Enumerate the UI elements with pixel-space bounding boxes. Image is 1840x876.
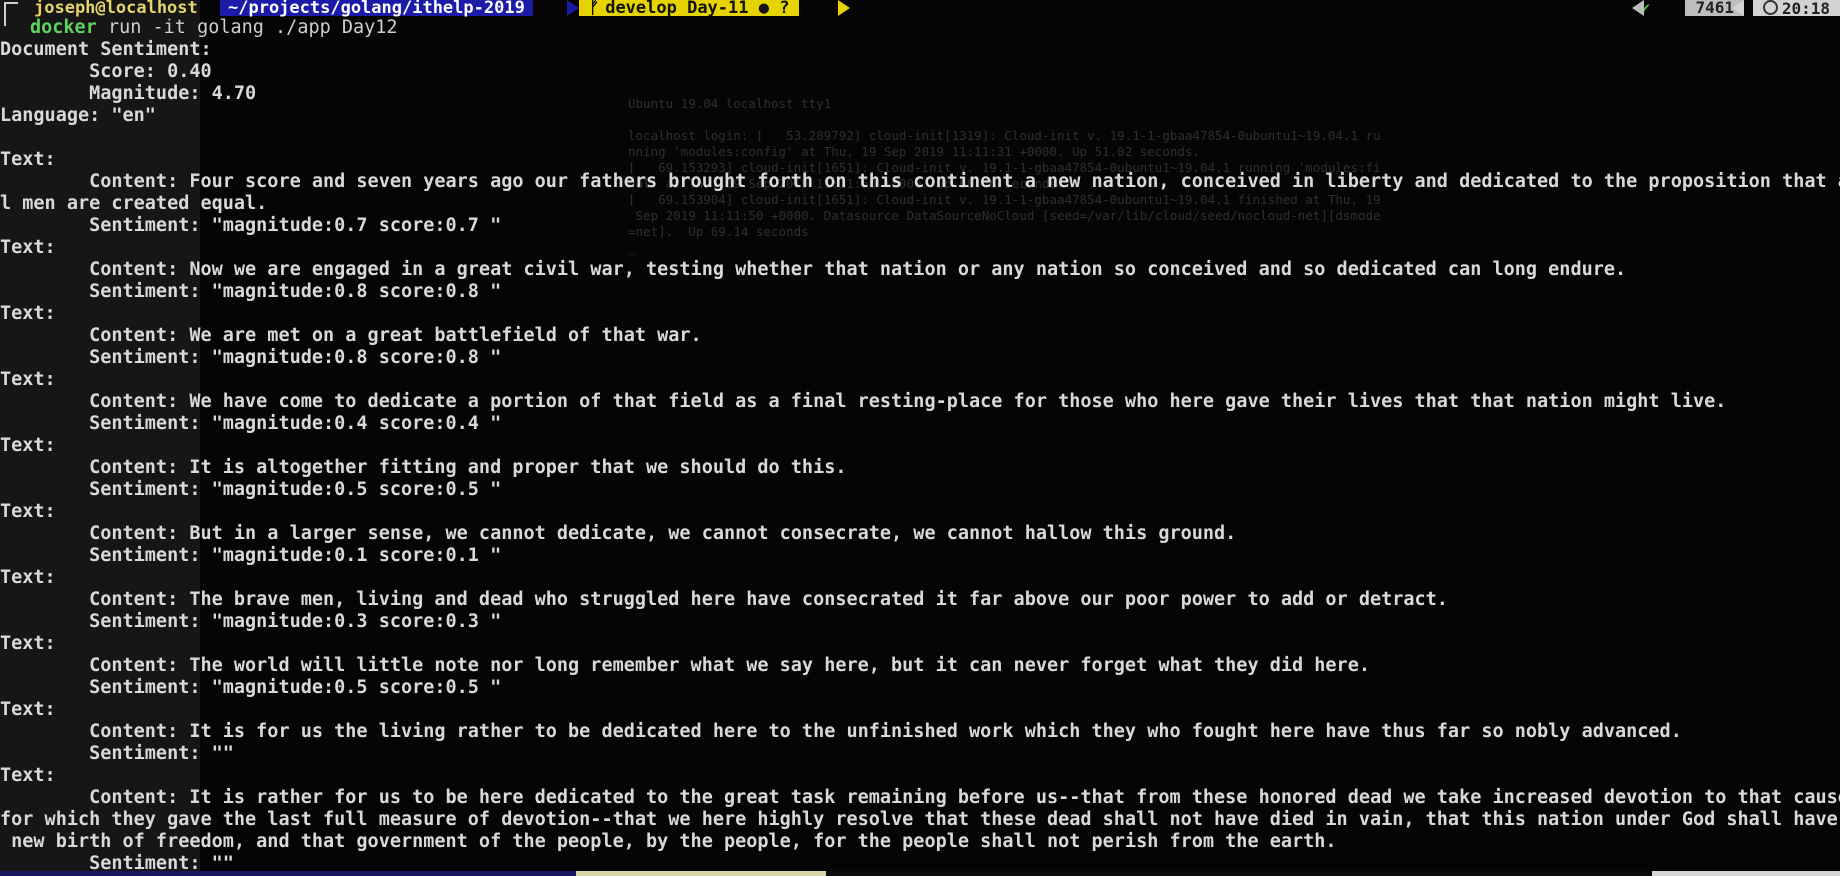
sentiment-line: Sentiment: "magnitude:0.7 score:0.7 " bbox=[0, 215, 502, 236]
content-line: for which they gave the last full measur… bbox=[0, 809, 1840, 830]
prompt-bracket bbox=[4, 2, 18, 26]
content-line: new birth of freedom, and that governmen… bbox=[0, 831, 1337, 852]
clock-icon bbox=[1762, 0, 1778, 15]
content-line: Content: Four score and seven years ago … bbox=[0, 171, 1840, 192]
content-line: Content: We are met on a great battlefie… bbox=[0, 325, 702, 346]
sentiment-line: Sentiment: "magnitude:0.8 score:0.8 " bbox=[0, 281, 502, 302]
content-line: Content: The brave men, living and dead … bbox=[0, 589, 1448, 610]
content-line: Content: It is for us the living rather … bbox=[0, 721, 1682, 742]
bottom-strip bbox=[0, 871, 1840, 876]
text-label: Text: bbox=[0, 303, 56, 324]
sentiment-line: Sentiment: "magnitude:0.5 score:0.5 " bbox=[0, 677, 502, 698]
text-label: Text: bbox=[0, 369, 56, 390]
content-line: Content: It is rather for us to be here … bbox=[0, 787, 1840, 808]
prompt-time: 20:18 bbox=[1752, 0, 1840, 18]
sentiment-line: Sentiment: "" bbox=[0, 743, 234, 764]
time-arrow bbox=[1732, 0, 1744, 16]
sentiment-line: Sentiment: "magnitude:0.1 score:0.1 " bbox=[0, 545, 502, 566]
prompt-git-text: develop Day-11 ● ? bbox=[605, 0, 790, 18]
command-line: docker run -it golang ./app Day12 bbox=[30, 17, 398, 39]
bottom-segment-left bbox=[0, 871, 576, 876]
prompt-path-arrow bbox=[567, 0, 579, 16]
content-line: Content: It is altogether fitting and pr… bbox=[0, 457, 847, 478]
text-label: Text: bbox=[0, 501, 56, 522]
command-program: docker bbox=[30, 17, 97, 38]
text-label: Text: bbox=[0, 237, 56, 258]
text-label: Text: bbox=[0, 699, 56, 720]
prompt-git-arrow bbox=[838, 0, 850, 16]
content-line: Content: But in a larger sense, we canno… bbox=[0, 523, 1237, 544]
sentiment-line: Sentiment: "magnitude:0.3 score:0.3 " bbox=[0, 611, 502, 632]
text-label: Text: bbox=[0, 567, 56, 588]
content-line: Content: The world will little note nor … bbox=[0, 655, 1370, 676]
prompt-user-host: joseph@localhost bbox=[34, 0, 198, 18]
document-magnitude: Magnitude: 4.70 bbox=[0, 83, 257, 104]
prompt-bar: joseph@localhost ~/projects/golang/ithel… bbox=[0, 0, 1840, 26]
content-line: Content: We have come to dedicate a port… bbox=[0, 391, 1727, 412]
prompt-path: ~/projects/golang/ithelp-2019 bbox=[220, 0, 533, 17]
text-label: Text: bbox=[0, 633, 56, 654]
document-language: Language: "en" bbox=[0, 105, 156, 126]
history-arrow bbox=[1632, 0, 1644, 16]
document-score: Score: 0.40 bbox=[0, 61, 212, 82]
content-line: l men are created equal. bbox=[0, 193, 268, 214]
prompt-time-text: 20:18 bbox=[1781, 0, 1830, 18]
branch-icon: ᚠ bbox=[589, 0, 600, 18]
document-sentiment-header: Document Sentiment: bbox=[0, 39, 212, 60]
sentiment-line: Sentiment: "magnitude:0.8 score:0.8 " bbox=[0, 347, 502, 368]
sentiment-line: Sentiment: "magnitude:0.4 score:0.4 " bbox=[0, 413, 502, 434]
bottom-segment-right bbox=[1652, 871, 1840, 876]
bottom-segment-middle bbox=[576, 871, 826, 876]
text-label: Text: bbox=[0, 149, 56, 170]
text-label: Text: bbox=[0, 765, 56, 786]
terminal-output[interactable]: joseph@localhost ~/projects/golang/ithel… bbox=[0, 0, 1840, 876]
text-label: Text: bbox=[0, 435, 56, 456]
sentiment-line: Sentiment: "magnitude:0.5 score:0.5 " bbox=[0, 479, 502, 500]
content-line: Content: Now we are engaged in a great c… bbox=[0, 259, 1627, 280]
command-args: run -it golang ./app Day12 bbox=[107, 17, 398, 38]
prompt-git-status: ᚠ develop Day-11 ● ? bbox=[579, 0, 800, 18]
